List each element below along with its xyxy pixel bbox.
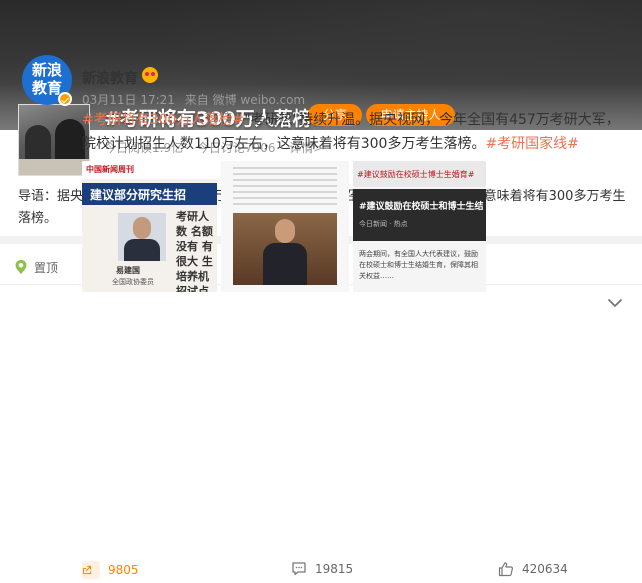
media-logo: 中国新闻周刊 [86,165,134,174]
like-count: 420634 [522,562,568,576]
post-image[interactable]: #建议鼓励在校硕士博士生婚育# #建议鼓励在校硕士和博士生结 今日新闻 · 热点… [353,161,486,292]
video-subcaption: 今日新闻 · 热点 [359,220,408,228]
text-line [233,197,337,199]
speaker-photo [233,213,337,285]
like-button[interactable]: 420634 [498,561,568,577]
chevron-down-icon[interactable] [606,296,624,310]
text-line [233,167,337,169]
image-quote: 考研人数 名额没有 有很大 生培养机 招试点 生计划 [176,210,213,292]
post-meta: 03月11日 17:21 来自 微博 weibo.com [82,91,311,108]
forward-count: 9805 [108,563,139,577]
portrait-role: 全国政协委员 [112,278,154,286]
topic-thumbnail [18,104,90,176]
text-line [233,173,337,175]
video-frame [353,189,486,241]
post-image[interactable] [221,161,349,292]
forward-button[interactable]: 9805 [82,561,139,579]
hashtag-link[interactable]: #考研国家线# [485,136,578,152]
verified-badge-icon [58,92,72,106]
portrait-name: 易建国 [116,266,140,275]
image-topic: #建议鼓励在校硕士博士生婚育# [357,170,475,179]
hashtag-link[interactable]: #考研将有300万人落榜# [82,112,244,128]
comment-count: 19815 [315,561,354,576]
article-excerpt: 两会期间，有全国人大代表建议，鼓励在校硕士和博士生结婚生育，保障其相关权益…… [359,250,478,280]
comment-button[interactable]: 19815 [291,561,353,576]
post-text: #考研将有300万人落榜#"考研热"持续升温。据央视网，今年全国有457万考研大… [82,108,622,156]
feed-card: 置顶 [0,244,642,583]
member-emoji-icon [142,67,158,83]
post-image[interactable]: 中国新闻周刊 建议部分研究生招 易建国 全国政协委员 考研人数 名额没有 有很大… [82,161,217,292]
thumbnail-desk [19,159,89,175]
speaker-body [263,243,307,285]
post-time[interactable]: 03月11日 17:21 [82,93,175,107]
text-line [233,191,337,193]
post-source: 来自 微博 weibo.com [184,93,306,107]
pinned-label: 置顶 [34,260,59,275]
text-line [233,179,337,181]
portrait-head [133,217,151,239]
pinned-indicator: 置顶 [14,258,58,276]
author-name[interactable]: 新浪教育 [82,68,138,88]
comment-icon [292,562,306,576]
text-line [233,203,337,205]
avatar-text: 新浪 [31,61,62,79]
document-text [233,167,337,209]
forward-icon [82,561,100,579]
pin-icon [15,260,27,274]
forward-arrow-icon [82,565,92,575]
speaker-head [275,219,295,243]
video-caption: #建议鼓励在校硕士和博士生结 [359,202,484,212]
thumbs-up-icon [498,562,513,577]
portrait-body [124,239,160,261]
image-headline: 建议部分研究生招 [90,188,187,202]
text-line [233,185,337,187]
